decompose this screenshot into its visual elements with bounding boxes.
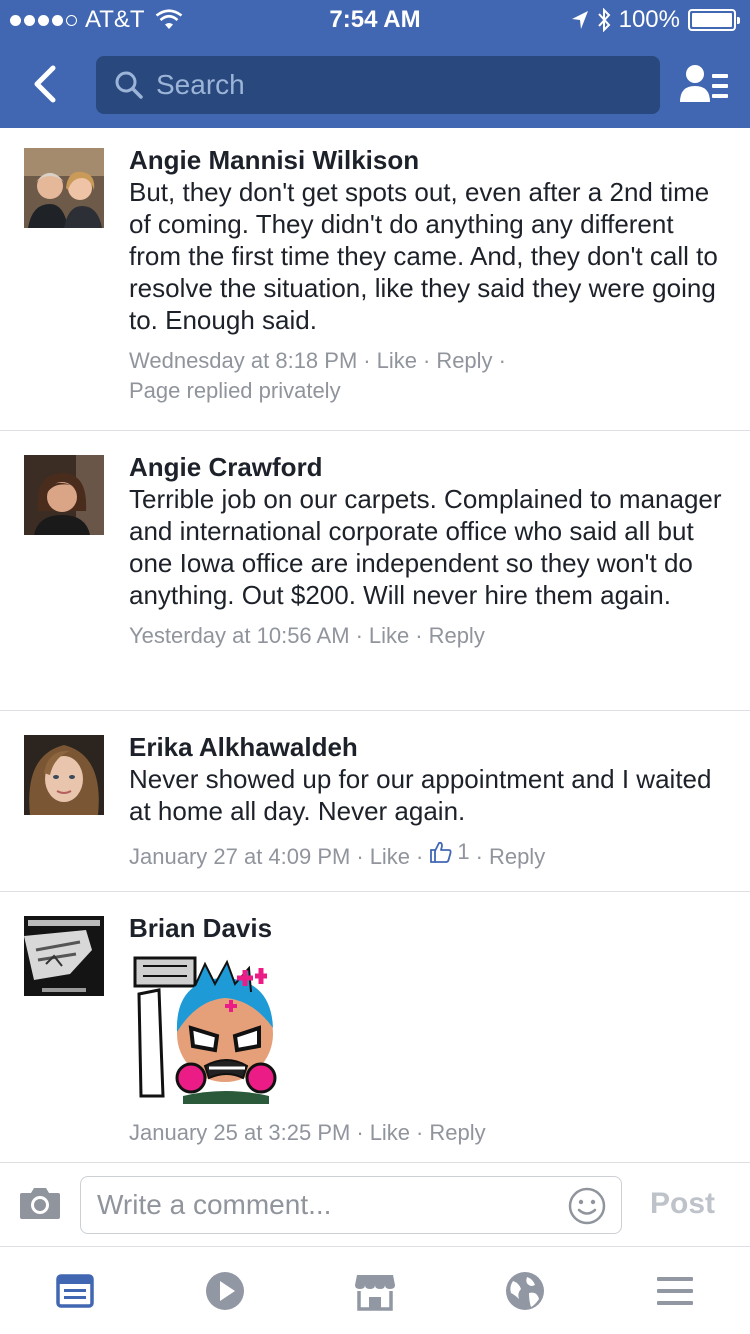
thumbs-up-icon xyxy=(430,841,452,863)
comment-author[interactable]: Brian Davis xyxy=(129,912,726,944)
tab-menu[interactable] xyxy=(600,1247,750,1334)
back-button[interactable] xyxy=(22,62,66,106)
search-icon xyxy=(115,71,143,99)
comment-text: But, they don't get spots out, even afte… xyxy=(129,177,718,335)
avatar[interactable] xyxy=(24,455,104,535)
avatar[interactable] xyxy=(24,735,104,815)
location-arrow-icon xyxy=(571,11,588,29)
comment-author[interactable]: Angie Crawford xyxy=(129,451,726,483)
like-button[interactable]: Like xyxy=(377,348,417,373)
comment-timestamp: Yesterday at 10:56 AM xyxy=(129,623,350,648)
like-count: 1 xyxy=(457,839,470,864)
search-input[interactable] xyxy=(156,69,636,101)
top-bar: AT&T 7:54 AM 100% xyxy=(0,0,750,128)
reply-button[interactable]: Reply xyxy=(429,1120,485,1145)
camera-icon[interactable] xyxy=(18,1185,62,1221)
emoji-smiley-icon[interactable] xyxy=(567,1186,607,1226)
like-button[interactable]: Like xyxy=(370,1120,410,1145)
comment-timestamp: January 27 at 4:09 PM xyxy=(129,844,351,869)
comment-text: Terrible job on our carpets. Complained … xyxy=(129,484,722,610)
tab-marketplace[interactable] xyxy=(300,1247,450,1334)
status-bar: AT&T 7:54 AM 100% xyxy=(0,0,750,40)
comment-meta: Wednesday at 8:18 PM · Like · Reply · Page re… xyxy=(129,348,506,403)
menu-icon xyxy=(657,1276,693,1305)
comment: Angie Crawford Terrible job on our carpe… xyxy=(0,431,750,711)
back-chevron-icon xyxy=(34,65,56,103)
comment-author[interactable]: Angie Mannisi Wilkison xyxy=(129,144,726,176)
comment: Angie Mannisi Wilkison But, they don't g… xyxy=(0,128,750,431)
comment: Erika Alkhawaldeh Never showed up for ou… xyxy=(0,711,750,892)
friend-requests-icon[interactable] xyxy=(678,62,730,108)
page-replied-note: Page replied privately xyxy=(129,378,341,403)
video-icon xyxy=(206,1271,244,1310)
battery-percent: 100% xyxy=(618,6,680,33)
comment-meta: January 27 at 4:09 PM · Like · 1 · Reply xyxy=(129,837,546,869)
comment-meta: January 25 at 3:25 PM · Like · Reply xyxy=(129,1120,486,1145)
news-feed-icon xyxy=(56,1273,94,1308)
like-button[interactable]: Like xyxy=(369,623,409,648)
sticker-text: ARGH xyxy=(129,1104,130,1105)
reaction-count[interactable]: 1 xyxy=(429,837,470,867)
nav-row xyxy=(0,44,750,128)
tab-notifications[interactable] xyxy=(450,1247,600,1334)
comment-meta: Yesterday at 10:56 AM · Like · Reply xyxy=(129,623,485,648)
comment-timestamp: Wednesday at 8:18 PM xyxy=(129,348,358,373)
tab-news-feed[interactable] xyxy=(0,1247,150,1334)
angry-sticker-icon xyxy=(133,956,277,1104)
comment-text: Never showed up for our appointment and … xyxy=(129,764,712,826)
avatar[interactable] xyxy=(24,916,104,996)
reply-button[interactable]: Reply xyxy=(429,623,485,648)
bottom-tab-bar xyxy=(0,1246,750,1334)
avatar[interactable] xyxy=(24,148,104,228)
comment-input-box[interactable] xyxy=(80,1176,622,1234)
reply-button[interactable]: Reply xyxy=(436,348,492,373)
marketplace-icon xyxy=(355,1274,395,1311)
reply-button[interactable]: Reply xyxy=(489,844,545,869)
comment-composer: Post xyxy=(0,1162,750,1246)
notifications-globe-icon xyxy=(506,1271,544,1310)
comment: Brian Davis January 25 at 3:25 PM · Like… xyxy=(0,892,750,1162)
comment-input[interactable] xyxy=(97,1189,557,1221)
comment-author[interactable]: Erika Alkhawaldeh xyxy=(129,731,726,763)
tab-video[interactable] xyxy=(150,1247,300,1334)
sticker[interactable] xyxy=(129,954,279,1104)
comment-list: Angie Mannisi Wilkison But, they don't g… xyxy=(0,128,750,1162)
battery-icon xyxy=(688,9,740,31)
search-bar[interactable] xyxy=(96,56,660,114)
like-button[interactable]: Like xyxy=(370,844,410,869)
post-button[interactable]: Post xyxy=(650,1187,715,1221)
battery-level xyxy=(692,13,732,27)
comment-timestamp: January 25 at 3:25 PM xyxy=(129,1120,351,1145)
bluetooth-icon xyxy=(597,8,610,32)
